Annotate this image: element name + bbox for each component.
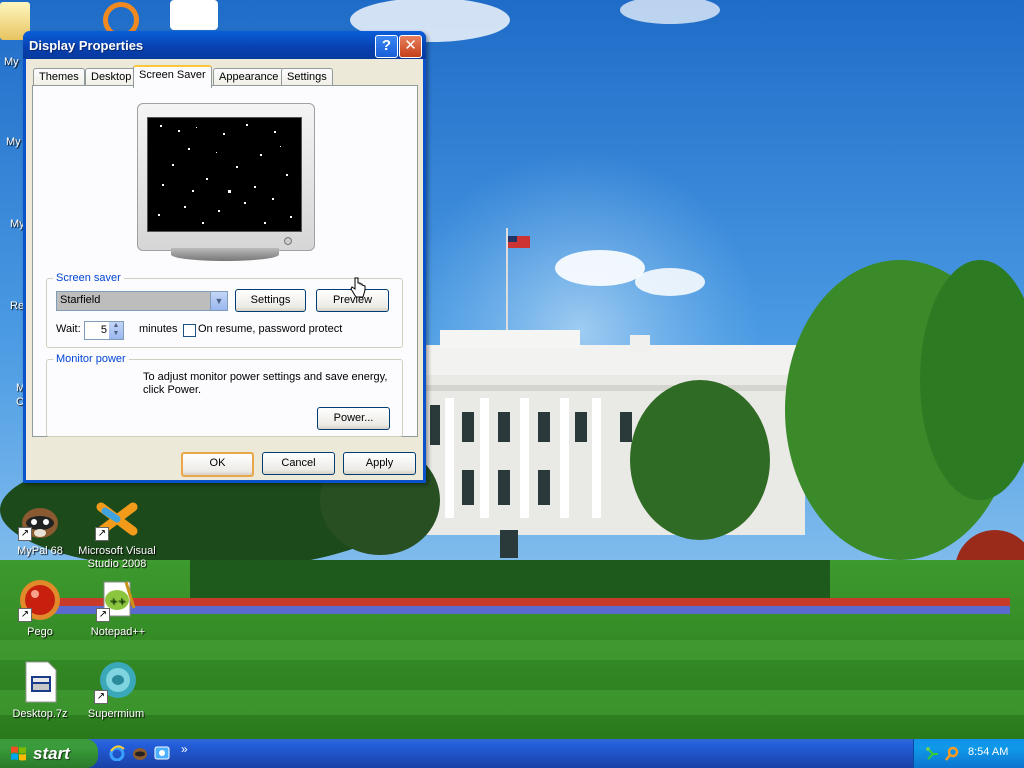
raccoon-icon: ↗: [18, 497, 62, 541]
chevron-down-icon[interactable]: ▼: [210, 292, 227, 310]
mypal-icon[interactable]: [132, 745, 148, 761]
taskbar: start » 8:54 AM: [0, 739, 1024, 768]
red-ball-icon: ↗: [18, 578, 62, 622]
ok-button[interactable]: OK: [181, 452, 254, 477]
dialog-title: Display Properties: [29, 38, 144, 53]
apply-button[interactable]: Apply: [343, 452, 416, 475]
shortcut-arrow-icon: ↗: [94, 690, 108, 704]
wait-label: Wait:: [56, 323, 81, 335]
password-protect-checkbox[interactable]: [183, 324, 196, 337]
starfield-preview-screen: [147, 117, 302, 232]
monitor-power-group: Monitor power To adjust monitor power se…: [46, 353, 403, 437]
cancel-button[interactable]: Cancel: [262, 452, 335, 475]
windows-flag-icon: [11, 746, 26, 761]
monitor-power-description: To adjust monitor power settings and sav…: [143, 371, 388, 396]
desktop-icon-supermium[interactable]: ↗ Supermium: [76, 660, 156, 721]
tab-settings[interactable]: Settings: [281, 68, 333, 86]
start-button[interactable]: start: [0, 739, 98, 768]
display-properties-dialog: Display Properties ? ✕ Themes Desktop Sc…: [23, 31, 426, 483]
desktop-icon-notepad-plus[interactable]: ++ ↗ Notepad++: [78, 578, 158, 639]
search-icon[interactable]: [944, 746, 960, 762]
svg-text:++: ++: [109, 596, 126, 607]
spin-arrows-icon[interactable]: ▲ ▼: [109, 322, 123, 339]
password-protect-label: On resume, password protect: [198, 323, 343, 335]
tab-appearance[interactable]: Appearance: [213, 68, 285, 86]
power-button[interactable]: Power...: [317, 407, 390, 430]
screen-saver-panel: Screen saver Starfield ▼ Settings Previe…: [32, 85, 418, 437]
network-icon[interactable]: [925, 746, 941, 762]
desktop-icon-label: Notepad++: [90, 626, 146, 638]
starfield-stars: [158, 124, 292, 224]
shortcut-arrow-icon: ↗: [95, 527, 109, 541]
monitor-preview: [137, 103, 315, 251]
close-button[interactable]: ✕: [399, 35, 422, 58]
dialog-body: Themes Desktop Screen Saver Appearance S…: [26, 59, 423, 480]
visual-studio-icon: ↗: [95, 497, 139, 541]
monitor-stand: [171, 248, 279, 261]
dialog-titlebar[interactable]: Display Properties ? ✕: [23, 31, 426, 59]
shortcut-arrow-icon: ↗: [18, 527, 32, 541]
taskbar-clock[interactable]: 8:54 AM: [968, 746, 1008, 758]
hand-cursor-icon: [350, 277, 366, 298]
monitor-power-group-label: Monitor power: [53, 353, 129, 365]
screen-saver-group-label: Screen saver: [53, 272, 124, 284]
quick-launch-chevron[interactable]: »: [181, 742, 188, 756]
desktop-icon-desktop-7z[interactable]: Desktop.7z: [0, 660, 80, 721]
screen-saver-selected-value: Starfield: [60, 294, 101, 306]
help-button[interactable]: ?: [375, 35, 398, 58]
desktop-icon-label: MyPal 68: [17, 545, 63, 557]
archive-file-icon: [18, 660, 62, 704]
tab-desktop[interactable]: Desktop: [85, 68, 138, 86]
desktop-icon-label: Microsoft Visual Studio 2008: [78, 545, 156, 570]
wait-minutes-stepper[interactable]: 5 ▲ ▼: [84, 321, 124, 340]
explorer-icon[interactable]: [154, 745, 170, 761]
internet-explorer-icon[interactable]: [109, 745, 125, 761]
desktop-icon-label: Pego: [27, 626, 53, 638]
supermium-icon: ↗: [94, 660, 138, 704]
tab-themes[interactable]: Themes: [33, 68, 85, 86]
system-tray: 8:54 AM: [913, 739, 1024, 768]
shortcut-arrow-icon: ↗: [96, 608, 110, 622]
shortcut-arrow-icon: ↗: [18, 608, 32, 622]
start-label: start: [33, 744, 70, 763]
minutes-label: minutes: [139, 323, 178, 335]
wait-minutes-value: 5: [100, 324, 107, 336]
desktop-icon-visual-studio[interactable]: ↗ Microsoft Visual Studio 2008: [76, 497, 158, 571]
monitor-power-led: [284, 237, 292, 245]
screen-saver-select[interactable]: Starfield ▼: [56, 291, 228, 311]
notepad-plus-icon: ++ ↗: [96, 578, 140, 622]
desktop-icon-pego[interactable]: ↗ Pego: [0, 578, 80, 639]
desktop-icon-label: Supermium: [87, 708, 145, 720]
desktop-icon-label: Desktop.7z: [12, 708, 68, 720]
tab-screen-saver[interactable]: Screen Saver: [133, 65, 212, 88]
desktop-icon-mypal[interactable]: ↗ MyPal 68: [0, 497, 80, 558]
desktop-icon-partial-3[interactable]: [170, 0, 220, 30]
settings-button[interactable]: Settings: [235, 289, 306, 312]
raccoon-icon: [170, 0, 218, 30]
